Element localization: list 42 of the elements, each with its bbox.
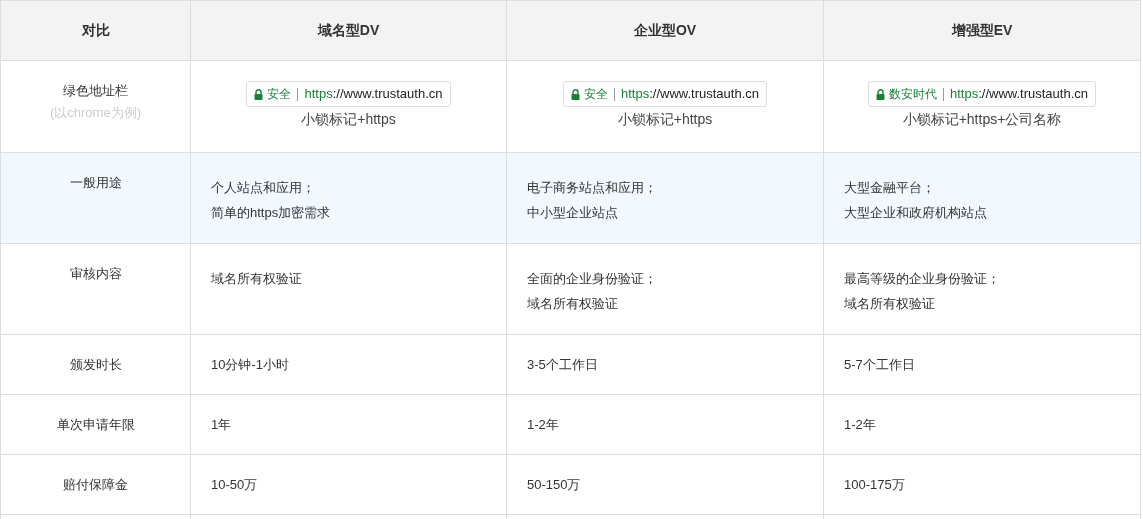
cell-text: 中小型企业站点 xyxy=(527,204,619,222)
row-label: 颁发时长 xyxy=(69,355,122,374)
cell-text: 大型金融平台； xyxy=(844,179,936,197)
cell-text: 域名所有权验证 xyxy=(844,295,936,313)
cell-text: 个人站点和应用； xyxy=(211,179,316,197)
cell-text: 域名所有权验证 xyxy=(527,295,619,313)
row-label: 绿色地址栏 xyxy=(63,82,128,100)
cell-text: 5-7个工作日 xyxy=(844,356,916,374)
lock-icon xyxy=(876,88,885,100)
cell-text: 3-5个工作日 xyxy=(527,356,599,374)
column-header: 对比 xyxy=(81,21,110,40)
url-text: https://www.trustauth.cn xyxy=(950,85,1088,104)
row-label: 单次申请年限 xyxy=(56,415,135,434)
url-text: https://www.trustauth.cn xyxy=(621,85,759,104)
column-header: 增强型EV xyxy=(951,21,1013,40)
cell-text: 简单的https加密需求 xyxy=(211,204,332,222)
column-header: 域名型DV xyxy=(317,21,380,40)
row-label: 赔付保障金 xyxy=(63,475,128,494)
column-header: 企业型OV xyxy=(633,21,697,40)
cell-text: 域名所有权验证 xyxy=(211,270,303,288)
row-label: 一般用途 xyxy=(69,174,122,192)
cell-text: 全面的企业身份验证； xyxy=(527,270,658,288)
cell-text: 10分钟-1小时 xyxy=(211,356,291,374)
url-text: https://www.trustauth.cn xyxy=(304,85,443,104)
cell-text: 小锁标记+https xyxy=(617,110,713,129)
cell-text: 最高等级的企业身份验证； xyxy=(844,270,1001,288)
security-label: 数安时代 xyxy=(889,86,937,103)
cell-text: 1年 xyxy=(211,416,233,434)
security-label: 安全 xyxy=(267,86,292,103)
cell-text: 100-175万 xyxy=(844,476,906,494)
cell-text: 小锁标记+https xyxy=(301,110,396,129)
lock-icon xyxy=(254,88,264,100)
row-label: 审核内容 xyxy=(69,265,122,283)
cell-text: 小锁标记+https+公司名称 xyxy=(902,110,1062,129)
lock-icon xyxy=(571,88,580,100)
cell-text: 1-2年 xyxy=(844,416,877,434)
cell-text: 10-50万 xyxy=(211,476,259,494)
cell-text: 电子商务站点和应用； xyxy=(527,179,658,197)
security-label: 安全 xyxy=(584,86,608,103)
cell-text: 50-150万 xyxy=(527,476,582,494)
cell-text: 1-2年 xyxy=(527,416,560,434)
cell-text: 大型企业和政府机构站点 xyxy=(844,204,988,222)
